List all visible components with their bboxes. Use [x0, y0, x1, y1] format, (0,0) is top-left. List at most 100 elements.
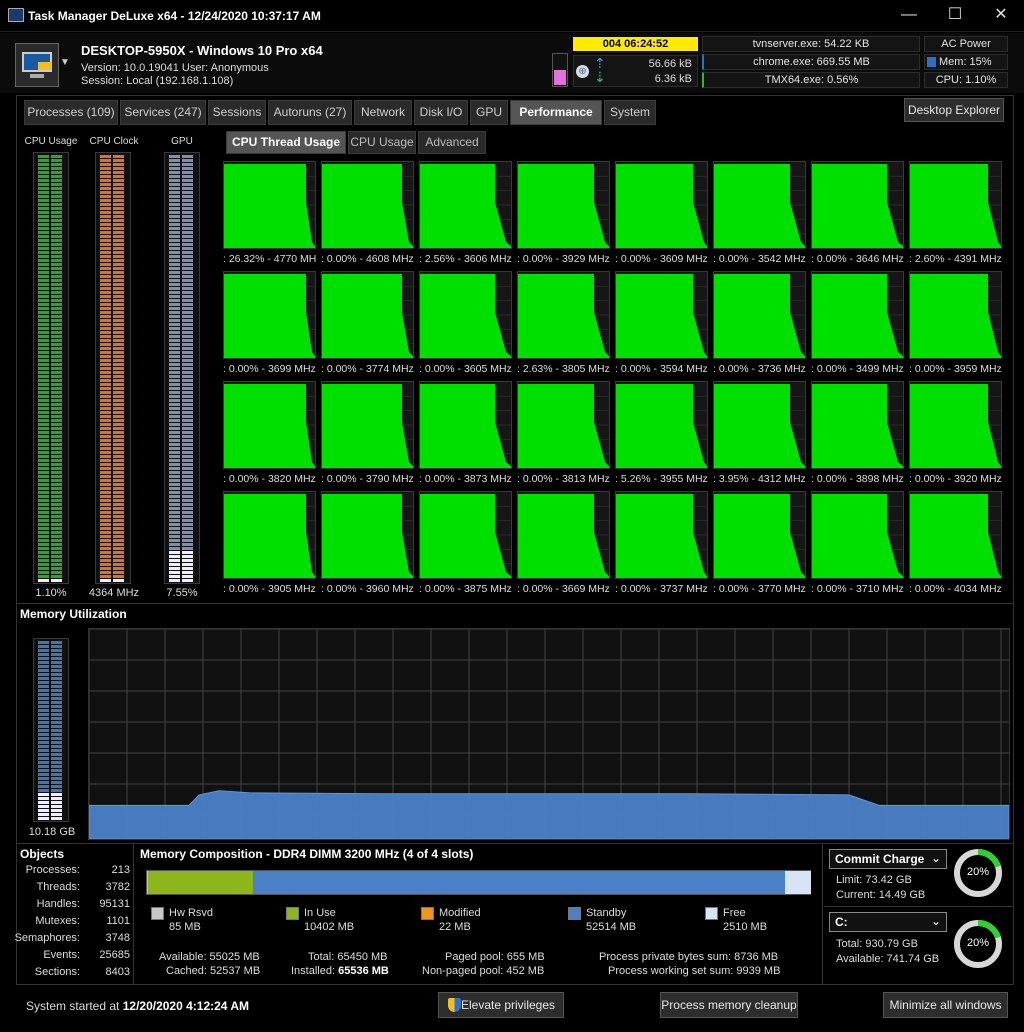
thread-graph: [713, 161, 806, 249]
object-row: Threads: 3782: [16, 879, 132, 896]
legend-swatch: [705, 907, 718, 920]
divider: [822, 844, 823, 985]
object-value: 8403: [105, 966, 130, 978]
legend-name: Hw Rsvd: [169, 907, 214, 919]
disk-total: Total: 930.79 GB: [836, 938, 918, 950]
desktop-explorer-button[interactable]: Desktop Explorer: [904, 98, 1004, 122]
gpu-label: GPU: [171, 136, 193, 147]
thread-usage-label: : 26.32% - 4770 MHz: [223, 253, 316, 265]
object-label: Events:: [43, 949, 80, 961]
thread-usage-label: : 0.00% - 3774 MHz: [321, 363, 414, 375]
object-label: Processes:: [25, 864, 80, 876]
commit-current: Current: 14.49 GB: [836, 889, 926, 901]
object-label: Mutexes:: [35, 915, 80, 927]
object-label: Sections:: [34, 966, 80, 978]
cpu-usage-meter: [33, 152, 69, 584]
cached-memory: Cached: 52537 MB: [166, 965, 261, 977]
memory-cleanup-button[interactable]: Process memory cleanup: [660, 992, 798, 1018]
gpu-meter: [164, 152, 200, 584]
thread-usage-label: : 0.00% - 3499 MHz: [811, 363, 904, 375]
minimize-button[interactable]: —: [886, 0, 932, 32]
tab-gpu[interactable]: GPU: [470, 100, 508, 125]
thread-graph: [811, 271, 904, 359]
thread-graph: [615, 161, 708, 249]
download-arrow-icon: ⇣: [594, 69, 606, 85]
thread-usage-label: : 0.00% - 3609 MHz: [615, 253, 708, 265]
started-value: 12/20/2020 4:12:24 AM: [122, 999, 250, 1013]
divider: [16, 843, 1014, 844]
thread-graph: [909, 381, 1002, 469]
legend-name: Free: [723, 907, 746, 919]
tab-autoruns[interactable]: Autoruns (27): [268, 100, 352, 125]
subtab-cpu-usage[interactable]: CPU Usage: [348, 131, 416, 154]
tab-system[interactable]: System: [604, 100, 656, 125]
thread-usage-label: : 0.00% - 3605 MHz: [419, 363, 512, 375]
legend-swatch: [286, 907, 299, 920]
thread-usage-label: : 0.00% - 3959 MHz: [909, 363, 1002, 375]
tab-services[interactable]: Services (247): [120, 100, 206, 125]
thread-usage-label: : 3.95% - 4312 MHz: [713, 473, 806, 485]
thread-graph: [811, 161, 904, 249]
thread-graph: [223, 161, 316, 249]
thread-usage-label: : 0.00% - 3710 MHz: [811, 583, 904, 595]
minimize-all-button[interactable]: Minimize all windows: [883, 992, 1008, 1018]
thread-usage-label: : 0.00% - 3699 MHz: [223, 363, 316, 375]
thread-graph: [713, 381, 806, 469]
tab-performance[interactable]: Performance: [510, 100, 602, 125]
thread-graph: [419, 271, 512, 359]
thread-graph: [321, 491, 414, 579]
installed-label: Installed:: [291, 965, 336, 977]
legend-swatch: [421, 907, 434, 920]
tab-disk-io[interactable]: Disk I/O: [414, 100, 468, 125]
top-cpu-process[interactable]: TMX64.exe: 0.56%: [702, 72, 920, 88]
thread-graph: [517, 381, 610, 469]
top-network-process[interactable]: tvnserver.exe: 54.22 KB: [702, 36, 920, 52]
cpu-usage-label: CPU Usage: [24, 136, 78, 147]
window-title: Task Manager DeLuxe x64 - 12/24/2020 10:…: [28, 9, 321, 23]
subtab-cpu-thread-usage[interactable]: CPU Thread Usage: [226, 131, 346, 154]
object-value: 25685: [99, 949, 130, 961]
chevron-down-icon[interactable]: ▼: [60, 57, 70, 68]
tab-network[interactable]: Network: [354, 100, 412, 125]
top-memory-process[interactable]: chrome.exe: 669.55 MB: [702, 54, 920, 70]
thread-graph: [909, 491, 1002, 579]
disk-gauge: 20%: [952, 918, 1004, 970]
thread-usage-label: : 0.00% - 3770 MHz: [713, 583, 806, 595]
thread-graph: [321, 161, 414, 249]
tab-processes[interactable]: Processes (109): [24, 100, 118, 125]
disk-available: Available: 741.74 GB: [836, 953, 940, 965]
globe-icon: ⊕: [576, 65, 589, 78]
thread-usage-label: : 0.00% - 3875 MHz: [419, 583, 512, 595]
elevate-label: Elevate privileges: [460, 998, 556, 1012]
drive-select[interactable]: C: ⌄: [829, 912, 947, 932]
disk-percent: 20%: [966, 937, 990, 949]
thread-usage-label: : 0.00% - 3813 MHz: [517, 473, 610, 485]
commit-limit: Limit: 73.42 GB: [836, 874, 912, 886]
thread-usage-label: : 0.00% - 3960 MHz: [321, 583, 414, 595]
computer-icon[interactable]: [15, 43, 59, 87]
thread-usage-label: : 2.56% - 3606 MHz: [419, 253, 512, 265]
thread-usage-label: : 0.00% - 3929 MHz: [517, 253, 610, 265]
legend-value: 22 MB: [439, 921, 471, 933]
composition-segment: [253, 871, 786, 894]
paged-pool: Paged pool: 655 MB: [445, 951, 545, 963]
thread-usage-label: : 0.00% - 3737 MHz: [615, 583, 708, 595]
maximize-button[interactable]: ☐: [932, 0, 978, 32]
thread-usage-label: : 2.63% - 3805 MHz: [517, 363, 610, 375]
subtab-advanced[interactable]: Advanced: [418, 131, 486, 154]
divider: [16, 603, 1014, 604]
commit-charge-select[interactable]: Commit Charge ⌄: [829, 849, 947, 869]
thread-usage-label: : 0.00% - 3736 MHz: [713, 363, 806, 375]
thread-graph: [517, 161, 610, 249]
installed-memory: Installed: 65536 MB: [291, 965, 389, 977]
tab-sessions[interactable]: Sessions: [208, 100, 266, 125]
thread-graph: [321, 271, 414, 359]
legend-value: 52514 MB: [586, 921, 637, 933]
legend-name: Modified: [439, 907, 481, 919]
net-up-value: 6.36 kB: [654, 73, 692, 85]
memory-used-value: 10.18 GB: [28, 826, 76, 838]
shield-icon: [448, 998, 461, 1012]
close-button[interactable]: ✕: [978, 0, 1024, 32]
elevate-privileges-button[interactable]: Elevate privileges: [438, 992, 564, 1018]
divider: [824, 906, 1014, 907]
